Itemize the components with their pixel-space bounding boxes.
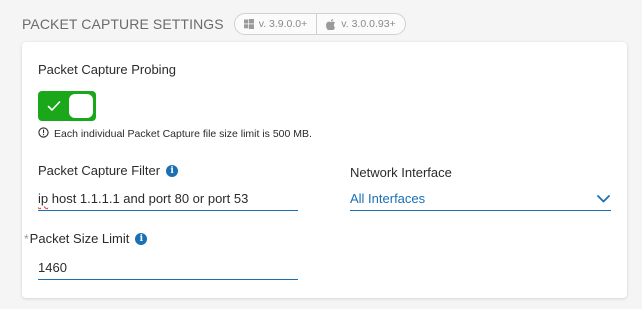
probing-label: Packet Capture Probing [38,62,177,77]
settings-card: Packet Capture Probing Each individual P… [22,42,627,298]
apple-version-badge: v. 3.0.0.93+ [316,14,404,34]
windows-version-badge: v. 3.9.0.0+ [235,14,317,34]
network-interface-label-row: Network Interface [350,165,452,180]
toggle-knob [69,94,93,118]
version-badges: v. 3.9.0.0+ v. 3.0.0.93+ [233,13,406,35]
size-limit-note: Each individual Packet Capture file size… [38,127,312,141]
filter-label-row: Packet Capture Filter i [38,163,179,178]
packet-size-label: Packet Size Limit [29,231,130,246]
network-interface-select[interactable]: All Interfaces [350,187,611,211]
packet-size-input-field[interactable] [38,260,298,275]
required-mark: * [24,231,29,246]
windows-icon [243,19,254,29]
info-circle-icon [38,127,49,141]
packet-size-label-row: * Packet Size Limit i [24,231,148,246]
filter-input[interactable]: ip host 1.1.1.1 and port 80 or port 53 [38,187,298,211]
section-header: PACKET CAPTURE SETTINGS v. 3.9.0.0+ v. 3… [22,12,406,36]
network-interface-label: Network Interface [350,165,452,180]
apple-version-label: v. 3.0.0.93+ [341,18,396,30]
packet-size-info-icon[interactable]: i [135,232,148,245]
probing-toggle[interactable] [38,91,96,121]
check-icon [47,99,61,117]
apple-icon [326,18,336,30]
network-interface-value: All Interfaces [350,191,426,206]
filter-value-rest: host 1.1.1.1 and port 80 or port 53 [48,191,249,206]
size-limit-note-text: Each individual Packet Capture file size… [54,128,312,140]
filter-info-icon[interactable]: i [166,164,179,177]
filter-value-prefix: ip [38,191,49,206]
chevron-down-icon [597,191,610,206]
windows-version-label: v. 3.9.0.0+ [258,18,308,30]
section-title: PACKET CAPTURE SETTINGS [22,16,224,32]
packet-size-input[interactable] [38,256,298,280]
filter-label: Packet Capture Filter [38,163,161,178]
